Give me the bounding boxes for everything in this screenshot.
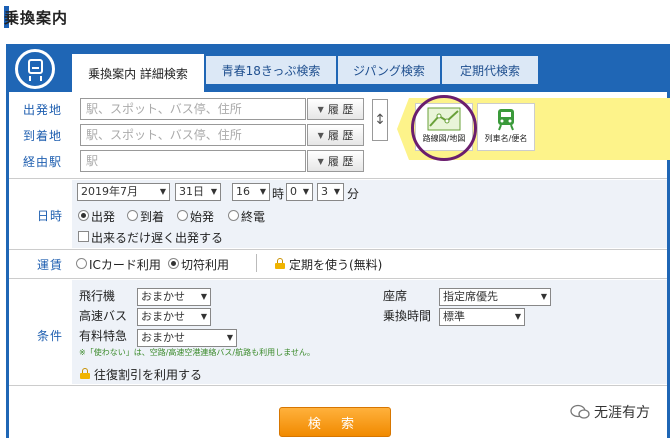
- late-departure-label: 出来るだけ遅く出発する: [91, 231, 224, 245]
- hour-unit: 時: [272, 187, 285, 201]
- divider: [9, 178, 667, 179]
- page-title: 乗換案内: [4, 8, 69, 27]
- train-icon: [498, 109, 514, 131]
- seat-label: 座席: [383, 289, 408, 303]
- seat-select[interactable]: 指定席優先 ▼: [439, 288, 551, 306]
- radio-departure[interactable]: [78, 210, 89, 221]
- option-last-train: 終電: [241, 210, 266, 224]
- round-trip-discount-link[interactable]: 往復割引を利用する: [94, 366, 202, 383]
- day-select[interactable]: 31日 ▼: [175, 183, 221, 201]
- tab-seishun18-search[interactable]: 青春18きっぷ検索: [205, 55, 337, 85]
- conditions-label: 条件: [37, 329, 64, 343]
- year-month-select[interactable]: 2019年7月 ▼: [77, 183, 170, 201]
- chevron-down-icon: ▼: [159, 187, 166, 196]
- search-button[interactable]: 検 索: [279, 407, 391, 437]
- watermark: 无涯有方: [570, 402, 650, 422]
- radio-arrival[interactable]: [127, 210, 138, 221]
- minute-tens-select[interactable]: 0 ▼: [286, 183, 313, 201]
- divider: [256, 254, 257, 272]
- radio-ticket[interactable]: [168, 258, 179, 269]
- minute-unit: 分: [347, 187, 360, 201]
- option-first-train: 始発: [190, 210, 215, 224]
- lock-icon: [80, 368, 90, 379]
- chevron-down-icon: ▼: [200, 292, 207, 301]
- option-departure: 出発: [91, 210, 116, 224]
- datetime-label: 日時: [37, 209, 64, 223]
- departure-label: 出発地: [23, 103, 63, 117]
- option-ic-card: ICカード利用: [89, 258, 161, 272]
- radio-ic-card[interactable]: [76, 258, 87, 269]
- tab-zipangu-search[interactable]: ジパング検索: [337, 55, 441, 85]
- hour-select[interactable]: 16 ▼: [232, 183, 270, 201]
- chevron-down-icon: ▼: [210, 187, 217, 196]
- page-title-bar: 乗換案内: [4, 6, 67, 28]
- divider: [9, 278, 667, 279]
- via-history-button[interactable]: ▼ 履 歴: [307, 150, 364, 172]
- chevron-down-icon: ▼: [259, 187, 266, 196]
- chevron-down-icon: ▼: [514, 312, 521, 321]
- radio-first-train[interactable]: [177, 210, 188, 221]
- commuter-pass-link[interactable]: 定期を使う(無料): [289, 256, 382, 273]
- highlight-circle: [411, 95, 477, 161]
- option-arrival: 到着: [140, 210, 165, 224]
- chevron-down-icon: ▼: [317, 156, 324, 166]
- condition-note: ※「使わない」は、空路/高速空港連絡バス/航路も利用しません。: [79, 348, 315, 357]
- arrival-input[interactable]: 駅、スポット、バス停、住所: [80, 124, 306, 146]
- train-name-button[interactable]: 列車名/便名: [477, 103, 535, 151]
- arrival-history-button[interactable]: ▼ 履 歴: [307, 124, 364, 146]
- fare-label: 運賃: [37, 258, 64, 272]
- departure-input[interactable]: 駅、スポット、バス停、住所: [80, 98, 306, 120]
- chevron-down-icon: ▼: [226, 333, 233, 342]
- minute-ones-select[interactable]: 3 ▼: [317, 183, 344, 201]
- via-input[interactable]: 駅: [80, 150, 306, 172]
- divider: [9, 249, 667, 250]
- route-search-panel: 乗換案内 詳細検索 青春18きっぷ検索 ジパング検索 定期代検索 出発地 駅、ス…: [6, 44, 670, 438]
- radio-last-train[interactable]: [228, 210, 239, 221]
- divider: [9, 385, 667, 386]
- highway-bus-select[interactable]: おまかせ ▼: [137, 308, 211, 326]
- late-departure-checkbox[interactable]: [78, 231, 89, 242]
- airplane-select[interactable]: おまかせ ▼: [137, 288, 211, 306]
- limited-express-label: 有料特急: [79, 329, 128, 343]
- swap-stations-button[interactable]: ↕: [372, 99, 388, 141]
- chevron-down-icon: ▼: [540, 292, 547, 301]
- chevron-down-icon: ▼: [333, 187, 340, 196]
- option-ticket: 切符利用: [181, 258, 230, 272]
- chevron-down-icon: ▼: [317, 104, 324, 114]
- chat-bubble-icon: [570, 404, 590, 419]
- chevron-down-icon: ▼: [302, 187, 309, 196]
- tab-detailed-search[interactable]: 乗換案内 詳細検索: [71, 53, 205, 92]
- arrival-label: 到着地: [23, 129, 63, 143]
- airplane-label: 飛行機: [79, 289, 116, 303]
- train-logo-icon: [15, 49, 55, 89]
- limited-express-select[interactable]: おまかせ ▼: [137, 329, 237, 347]
- chevron-down-icon: ▼: [200, 312, 207, 321]
- via-label: 経由駅: [23, 155, 63, 169]
- highway-bus-label: 高速バス: [79, 309, 128, 323]
- tab-commuter-fare-search[interactable]: 定期代検索: [441, 55, 539, 85]
- lock-icon: [275, 258, 285, 269]
- chevron-down-icon: ▼: [317, 130, 324, 140]
- transfer-time-select[interactable]: 標準 ▼: [439, 308, 525, 326]
- transfer-time-label: 乗換時間: [383, 309, 432, 323]
- departure-history-button[interactable]: ▼ 履 歴: [307, 98, 364, 120]
